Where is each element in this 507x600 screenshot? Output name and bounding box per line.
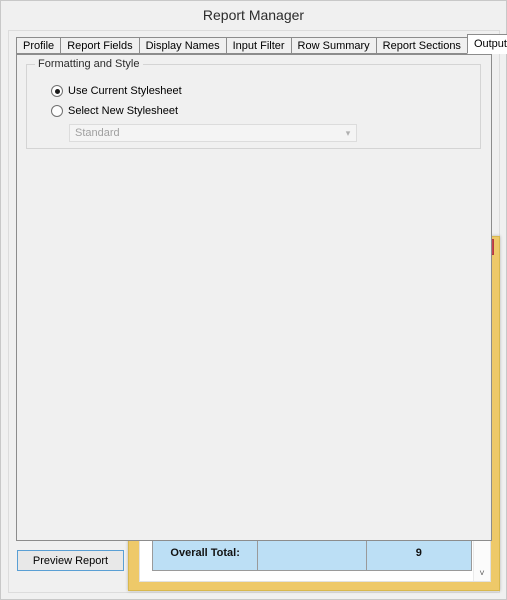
preview-report-button[interactable]: Preview Report [17,550,124,571]
radio-use-current-label: Use Current Stylesheet [68,85,182,97]
tab-report-sections[interactable]: Report Sections [375,37,468,54]
cell-overall-total-empty [257,535,367,571]
tab-output-style[interactable]: Output Style [466,34,507,54]
table-total-row: Overall Total: 9 [151,535,473,571]
chevron-down-icon[interactable]: ˅ [474,565,490,581]
tab-row-summary[interactable]: Row Summary [290,37,377,54]
formatting-and-style-group: Formatting and Style Use Current Stylesh… [26,58,481,149]
radio-select-new-label: Select New Stylesheet [68,105,179,117]
radio-use-current-stylesheet[interactable]: Use Current Stylesheet [51,85,182,97]
tab-report-fields[interactable]: Report Fields [60,37,140,54]
report-manager-window: Report Manager Profile Report Fields Dis… [0,0,507,600]
window-title-bar: Report Manager [1,1,506,30]
cell-overall-total-value: 9 [365,535,473,571]
stylesheet-dropdown-value: Standard [75,127,120,139]
radio-select-new-stylesheet[interactable]: Select New Stylesheet [51,105,178,117]
radio-button-icon[interactable] [51,85,63,97]
tab-input-filter[interactable]: Input Filter [225,37,292,54]
tab-panel: Profile Report Fields Display Names Inpu… [8,30,507,593]
tab-display-names[interactable]: Display Names [138,37,227,54]
window-title: Report Manager [202,7,305,23]
cell-overall-total-label: Overall Total: [151,535,259,571]
group-legend: Formatting and Style [35,58,143,70]
stylesheet-dropdown[interactable]: Standard ▾ [69,124,357,142]
tab-profile[interactable]: Profile [16,37,62,54]
tab-content-output-style: Formatting and Style Use Current Stylesh… [16,54,492,541]
radio-button-icon[interactable] [51,105,63,117]
chevron-down-icon[interactable]: ▾ [340,125,356,141]
tab-strip: Profile Report Fields Display Names Inpu… [16,34,507,54]
